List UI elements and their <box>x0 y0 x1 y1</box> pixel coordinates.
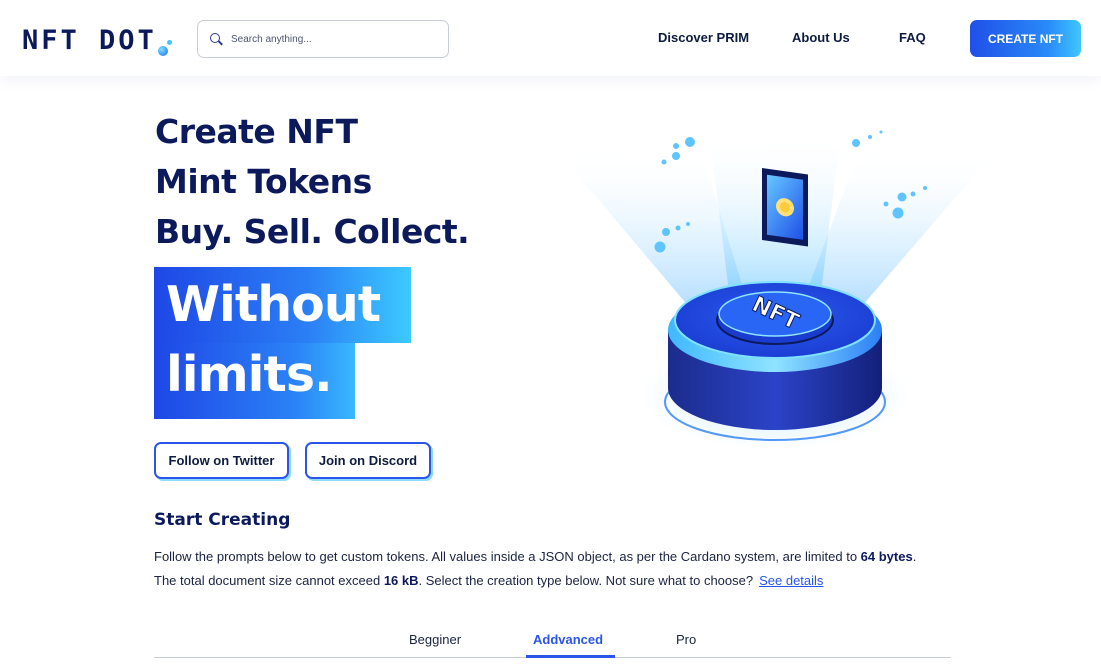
instructions-text-1-end: . <box>912 549 917 564</box>
tab-advanced[interactable]: Addvanced <box>533 632 603 647</box>
active-tab-indicator <box>526 655 615 658</box>
search-bar[interactable] <box>197 20 449 58</box>
logo[interactable]: NFT DOT <box>22 22 172 56</box>
start-creating-title: Start Creating <box>154 510 291 530</box>
instructions-line-1: Follow the prompts below to get custom t… <box>154 549 916 564</box>
instructions-text-2: The total document size cannot exceed <box>154 573 384 588</box>
highlight-text-without: Without <box>166 276 381 333</box>
join-discord-button[interactable]: Join on Discord <box>305 442 431 479</box>
instructions-line-2: The total document size cannot exceed 16… <box>154 573 823 588</box>
hero-line-mint-tokens: Mint Tokens <box>155 162 372 201</box>
nav-discover-prim[interactable]: Discover PRIM <box>658 30 749 45</box>
see-details-link[interactable]: See details <box>759 573 823 588</box>
hero-line-create-nft: Create NFT <box>155 112 358 151</box>
instructions-text-2-mid: . Select the creation type below. Not su… <box>418 573 754 588</box>
nft-platform-illustration: NFT <box>555 130 998 450</box>
search-input[interactable] <box>231 33 431 45</box>
instructions-text-1: Follow the prompts below to get custom t… <box>154 549 861 564</box>
nav-about-us[interactable]: About Us <box>792 30 850 45</box>
tab-pro[interactable]: Pro <box>676 632 696 647</box>
size-limit-value: 16 kB <box>383 573 419 588</box>
follow-twitter-button[interactable]: Follow on Twitter <box>154 442 289 479</box>
floating-nft-card <box>762 168 808 247</box>
tab-beginner[interactable]: Begginer <box>409 632 461 647</box>
top-header: NFT DOT Discover PRIM About Us FAQ CREAT… <box>0 0 1101 76</box>
highlight-text-limits: limits. <box>166 346 333 403</box>
create-nft-button[interactable]: CREATE NFT <box>970 20 1081 57</box>
search-icon <box>210 32 223 46</box>
logo-text: NFT DOT <box>22 25 157 56</box>
logo-dots-icon <box>157 26 172 56</box>
hero-line-buy-sell-collect: Buy. Sell. Collect. <box>155 212 470 251</box>
byte-limit-value: 64 bytes <box>860 549 913 564</box>
nav-faq[interactable]: FAQ <box>899 30 926 45</box>
